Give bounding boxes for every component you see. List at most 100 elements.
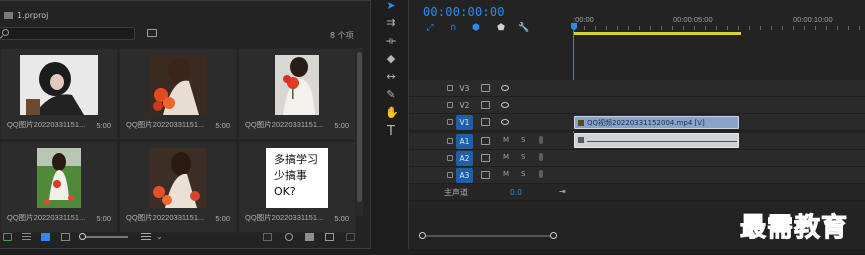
thumbnail [149, 55, 207, 115]
thumbnail: 多搞学习 少搞事 OK? [266, 148, 328, 208]
video-clip-name: QQ视频20220331152004.mp4 [V] [587, 119, 705, 127]
master-track-label: 主声道 [444, 188, 468, 197]
find-icon[interactable] [285, 233, 293, 241]
item-caption: QQ图片20220331151... [126, 120, 205, 129]
item-duration: 5:00 [215, 121, 230, 130]
track-target[interactable]: V2 [456, 98, 473, 113]
scrollbar-thumb[interactable] [357, 52, 362, 202]
media-item[interactable]: QQ图片20220331151... 5:00 [119, 141, 237, 233]
mute-button[interactable]: M [503, 153, 509, 161]
new-bin-icon[interactable] [305, 233, 314, 241]
trash-icon[interactable] [346, 233, 355, 241]
item-caption: QQ图片20220331151... [245, 213, 324, 222]
track-target[interactable]: V1 [456, 115, 473, 130]
scroll-handle-start[interactable] [419, 232, 426, 239]
media-item[interactable]: QQ图片20220331151... 5:00 [119, 48, 237, 140]
eye-icon[interactable] [501, 85, 509, 91]
zoom-slider-knob[interactable] [79, 233, 86, 240]
solo-button[interactable]: S [521, 153, 525, 161]
media-item[interactable]: QQ图片20220331151... 5:00 [238, 48, 356, 140]
selection-tool-icon[interactable]: ➤ [385, 0, 397, 12]
microphone-icon[interactable] [539, 136, 543, 144]
lock-icon[interactable] [447, 85, 453, 91]
go-to-end-icon[interactable]: ⇥ [559, 187, 566, 196]
track-target[interactable]: A1 [456, 134, 473, 149]
zoom-slider[interactable] [79, 233, 128, 240]
icon-view-icon[interactable] [41, 233, 50, 241]
lock-icon[interactable] [447, 138, 453, 144]
track-target[interactable]: A2 [456, 151, 473, 166]
track-header-v3: V3 [409, 80, 573, 97]
chevron-down-icon[interactable]: ⌄ [156, 232, 163, 241]
wrench-icon[interactable]: 🔧 [518, 23, 529, 33]
audio-clip[interactable] [574, 133, 739, 148]
lock-icon[interactable] [447, 119, 453, 125]
solo-button[interactable]: S [521, 170, 525, 178]
lock-icon[interactable] [447, 172, 453, 178]
microphone-icon[interactable] [539, 170, 543, 178]
track-target[interactable]: V3 [456, 81, 473, 96]
item-duration: 5:00 [215, 214, 230, 223]
media-item[interactable]: QQ图片20220331151... 5:00 [0, 48, 118, 140]
track-header-a1: A1 M S [409, 133, 573, 150]
type-tool-icon[interactable]: T [385, 125, 397, 138]
sync-lock-icon[interactable] [481, 154, 490, 162]
pen-tool-icon[interactable]: ✎ [385, 89, 397, 101]
sync-lock-icon[interactable] [481, 84, 490, 92]
thumb-text-line: OK? [274, 185, 296, 198]
snap-icon[interactable]: ∩ [448, 23, 458, 33]
item-caption: QQ图片20220331151... [245, 120, 324, 129]
master-volume-value[interactable]: 0.0 [510, 188, 522, 197]
item-count: 8 个项 [330, 31, 354, 40]
media-item[interactable]: QQ图片20220331151... 5:00 [0, 141, 118, 233]
media-item[interactable]: 多搞学习 少搞事 OK? QQ图片20220331151... 5:00 [238, 141, 356, 233]
sync-lock-icon[interactable] [481, 101, 490, 109]
linked-selection-icon[interactable]: ⬢ [471, 23, 481, 33]
sync-lock-icon[interactable] [481, 171, 490, 179]
video-clip[interactable]: QQ视频20220331152004.mp4 [V] [574, 116, 739, 129]
solo-button[interactable]: S [521, 136, 525, 144]
item-caption: QQ图片20220331151... [126, 213, 205, 222]
mute-button[interactable]: M [503, 136, 509, 144]
track-target[interactable]: A3 [456, 168, 473, 183]
track-header-v2: V2 [409, 97, 573, 114]
slip-tool-icon[interactable]: ↔ [385, 71, 397, 83]
lock-icon[interactable] [447, 102, 453, 108]
new-item-icon[interactable] [325, 233, 334, 241]
eye-icon[interactable] [501, 102, 509, 108]
project-file-name: 1.prproj [17, 11, 49, 20]
razor-tool-icon[interactable]: ◆ [385, 53, 397, 65]
track-header-a2: A2 M S [409, 150, 573, 167]
thumb-text-line: 少搞事 [274, 169, 307, 182]
project-title: 1.prproj [4, 11, 48, 20]
lock-icon[interactable] [447, 155, 453, 161]
list-view-icon[interactable] [22, 233, 31, 241]
lock-icon[interactable] [3, 233, 12, 241]
project-scrollbar[interactable] [356, 48, 363, 216]
nest-icon[interactable]: ⤢ [425, 23, 435, 33]
freeform-view-icon[interactable] [61, 233, 70, 241]
sort-icon[interactable] [141, 233, 151, 241]
item-duration: 5:00 [96, 121, 111, 130]
ripple-edit-tool-icon[interactable]: ⟛ [385, 35, 397, 47]
sync-lock-icon[interactable] [481, 137, 490, 145]
microphone-icon[interactable] [539, 153, 543, 161]
item-caption: QQ图片20220331151... [7, 213, 86, 222]
search-icon [2, 29, 9, 36]
sync-lock-icon[interactable] [481, 118, 490, 126]
eye-icon[interactable] [501, 119, 509, 125]
automate-sequence-icon[interactable] [263, 233, 272, 241]
work-area-bar[interactable] [573, 32, 741, 35]
track-select-tool-icon[interactable]: ⇉ [385, 17, 397, 29]
thumbnail [20, 55, 98, 115]
mute-button[interactable]: M [503, 170, 509, 178]
scroll-handle-end[interactable] [550, 232, 557, 239]
timeline-zoom-scrollbar[interactable] [419, 232, 557, 239]
search-input[interactable] [0, 27, 135, 40]
add-marker-icon[interactable]: ⬟ [496, 23, 506, 33]
hand-tool-icon[interactable]: ✋ [385, 107, 399, 119]
fx-badge-icon [578, 137, 584, 143]
ruler-label: :00:00 [573, 15, 594, 24]
timecode[interactable]: 00:00:00:00 [423, 5, 505, 19]
new-bin-icon[interactable] [147, 29, 157, 37]
